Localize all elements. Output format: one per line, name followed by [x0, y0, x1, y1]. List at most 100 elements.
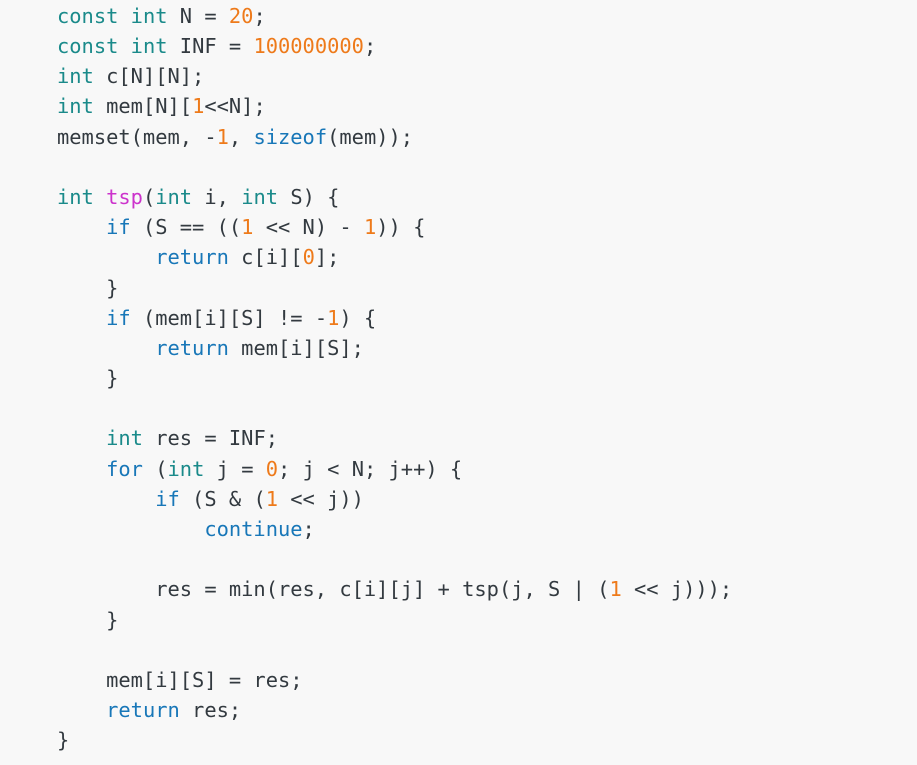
code-line: int tsp(int i, int S) {: [0, 182, 917, 212]
code-token-plain: << j)): [278, 486, 364, 511]
code-token-plain: }: [57, 366, 119, 391]
code-token-plain: ,: [228, 124, 254, 149]
code-token-plain: res = INF;: [142, 426, 278, 451]
code-token-plain: S) {: [278, 184, 340, 209]
code-token-num: 1: [609, 577, 622, 602]
code-token-kw: if: [106, 305, 131, 330]
code-line: }: [0, 725, 917, 755]
code-line: }: [0, 273, 917, 303]
code-line: if (S & (1 << j)): [0, 484, 917, 514]
code-token-kw: if: [106, 215, 131, 240]
code-token-plain: N =: [167, 4, 229, 28]
code-line: }: [0, 363, 917, 393]
code-token-plain: }: [57, 275, 119, 300]
code-token-type: int: [155, 184, 193, 209]
code-line: const int INF = 100000000;: [0, 31, 917, 61]
code-token-plain: mem[N][: [93, 94, 193, 119]
code-token-type: int: [57, 64, 94, 89]
code-token-type: int: [241, 184, 279, 209]
code-token-plain: c[N][N];: [93, 64, 205, 89]
code-line: if (mem[i][S] != -1) {: [0, 303, 917, 333]
code-token-plain: (: [142, 184, 156, 209]
code-token-num: 100000000: [253, 34, 364, 58]
code-token-num: 20: [228, 4, 254, 28]
code-token-type: int: [167, 456, 205, 481]
code-token-plain: memset(mem, -: [57, 124, 217, 149]
code-line: return mem[i][S];: [0, 333, 917, 363]
code-token-plain: }: [57, 607, 119, 632]
code-line: return res;: [0, 695, 917, 725]
code-token-plain: << N) -: [253, 215, 364, 240]
code-token-num: 1: [265, 486, 278, 511]
code-line: int res = INF;: [0, 423, 917, 453]
code-token-num: 1: [192, 94, 205, 119]
code-token-plain: ;: [302, 517, 315, 541]
code-token-type: int: [57, 94, 94, 119]
code-line: memset(mem, -1, sizeof(mem));: [0, 122, 917, 152]
code-token-plain: )) {: [376, 215, 426, 240]
code-line: if (S == ((1 << N) - 1)) {: [0, 212, 917, 242]
code-token-kw: for: [106, 456, 143, 481]
code-token-func: tsp: [106, 184, 143, 209]
code-token-num: 1: [363, 215, 377, 240]
code-line: int c[N][N];: [0, 61, 917, 91]
code-token-plain: (mem));: [327, 124, 414, 149]
code-line: int mem[N][1<<N];: [0, 91, 917, 121]
code-line: return c[i][0];: [0, 242, 917, 272]
code-token-plain: ) {: [339, 305, 377, 330]
code-token-kw: return: [155, 245, 229, 270]
code-line: mem[i][S] = res;: [0, 665, 917, 695]
code-token-plain: (: [142, 456, 168, 481]
code-token-type: const: [57, 34, 119, 58]
code-token-plain: ];: [314, 245, 340, 270]
code-token-num: 0: [302, 245, 315, 270]
code-token-plain: i,: [192, 184, 242, 209]
code-token-plain: (mem[i][S] != -: [130, 305, 328, 330]
code-token-plain: <<N];: [204, 94, 266, 119]
code-token-punct: ;: [253, 4, 266, 28]
code-token-plain: j =: [204, 456, 266, 481]
code-token-kw: if: [155, 486, 180, 511]
code-token-num: 0: [265, 456, 279, 481]
code-token-kw: continue: [204, 517, 303, 541]
code-token-plain: (S & (: [179, 486, 266, 511]
code-token-plain: res = min(res, c[i][j] + tsp(j, S | (: [57, 577, 610, 602]
code-token-type: const: [57, 4, 119, 28]
code-token-plain: c[i][: [228, 245, 303, 270]
code-token-type: int: [130, 4, 168, 28]
code-token-plain: INF =: [167, 34, 254, 58]
code-line: const int N = 20;: [0, 0, 917, 31]
code-token-kw: return: [155, 335, 229, 360]
code-token-num: 1: [327, 305, 340, 330]
code-token-plain: mem[i][S] = res;: [57, 667, 303, 692]
code-line: for (int j = 0; j < N; j++) {: [0, 454, 917, 484]
code-token-plain: mem[i][S];: [228, 335, 364, 360]
code-token-num: 1: [216, 124, 229, 149]
code-token-type: int: [57, 184, 94, 209]
code-line: res = min(res, c[i][j] + tsp(j, S | (1 <…: [0, 574, 917, 604]
code-token-plain: (S == ((: [130, 215, 242, 240]
code-token-plain: ; j < N; j++) {: [278, 456, 463, 481]
code-token-plain: << j)));: [621, 577, 733, 602]
code-line: }: [0, 605, 917, 635]
code-token-num: 1: [241, 215, 254, 240]
code-block[interactable]: const int N = 20; const int INF = 1000000…: [0, 0, 917, 765]
code-token-type: int: [106, 426, 143, 451]
code-token-type: int: [130, 34, 168, 58]
code-token-plain: }: [57, 728, 70, 753]
